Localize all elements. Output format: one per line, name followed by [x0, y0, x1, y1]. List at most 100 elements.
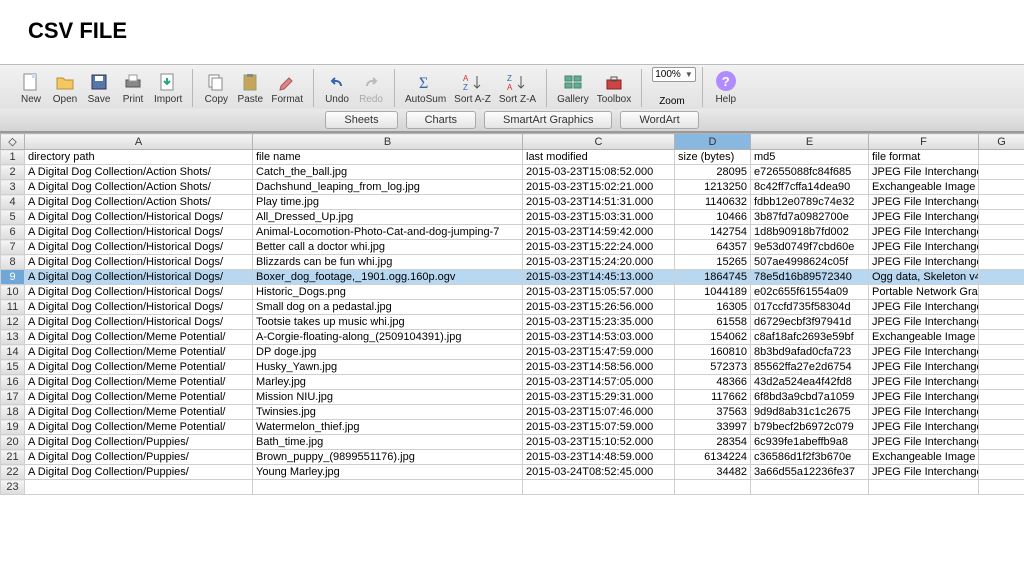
row-header[interactable]: 3	[1, 180, 25, 195]
col-header-e[interactable]: E	[751, 134, 869, 150]
cell[interactable]	[751, 480, 869, 495]
cell[interactable]: A Digital Dog Collection/Puppies/	[25, 465, 253, 480]
cell[interactable]: A Digital Dog Collection/Historical Dogs…	[25, 210, 253, 225]
cell[interactable]: 2015-03-23T15:29:31.000	[523, 390, 675, 405]
new-button[interactable]: New	[14, 69, 48, 107]
table-row[interactable]: 3A Digital Dog Collection/Action Shots/D…	[1, 180, 1024, 195]
import-button[interactable]: Import	[150, 69, 186, 107]
cell[interactable]	[979, 420, 1024, 435]
table-row[interactable]: 6A Digital Dog Collection/Historical Dog…	[1, 225, 1024, 240]
cell[interactable]: A Digital Dog Collection/Historical Dogs…	[25, 285, 253, 300]
tab-charts[interactable]: Charts	[406, 111, 476, 129]
row-header[interactable]: 7	[1, 240, 25, 255]
cell[interactable]	[979, 360, 1024, 375]
cell[interactable]: 2015-03-23T15:07:46.000	[523, 405, 675, 420]
cell[interactable]: 572373	[675, 360, 751, 375]
cell[interactable]	[979, 330, 1024, 345]
cell[interactable]: 8b3bd9afad0cfa723	[751, 345, 869, 360]
cell[interactable]: JPEG File Interchange Format	[869, 345, 979, 360]
cell[interactable]: JPEG File Interchange Format	[869, 210, 979, 225]
toolbox-button[interactable]: Toolbox	[593, 69, 635, 107]
col-header-b[interactable]: B	[253, 134, 523, 150]
cell[interactable]: 15265	[675, 255, 751, 270]
cell[interactable]	[979, 210, 1024, 225]
row-header[interactable]: 1	[1, 150, 25, 165]
table-row[interactable]: 21A Digital Dog Collection/Puppies/Brown…	[1, 450, 1024, 465]
cell[interactable]	[979, 435, 1024, 450]
table-row[interactable]: 8A Digital Dog Collection/Historical Dog…	[1, 255, 1024, 270]
col-header-c[interactable]: C	[523, 134, 675, 150]
cell[interactable]: A Digital Dog Collection/Historical Dogs…	[25, 255, 253, 270]
cell[interactable]: Portable Network Graphics	[869, 285, 979, 300]
cell[interactable]	[979, 180, 1024, 195]
cell[interactable]: Watermelon_thief.jpg	[253, 420, 523, 435]
col-header-d[interactable]: D	[675, 134, 751, 150]
tab-smartart[interactable]: SmartArt Graphics	[484, 111, 612, 129]
cell[interactable]: fdbb12e0789c74e32	[751, 195, 869, 210]
help-button[interactable]: ?Help	[709, 69, 743, 107]
cell[interactable]: 61558	[675, 315, 751, 330]
cell[interactable]: DP doge.jpg	[253, 345, 523, 360]
cell[interactable]	[979, 375, 1024, 390]
cell[interactable]: 28095	[675, 165, 751, 180]
cell[interactable]	[979, 345, 1024, 360]
cell[interactable]	[979, 465, 1024, 480]
cell[interactable]: 85562ffa27e2d6754	[751, 360, 869, 375]
cell[interactable]: A Digital Dog Collection/Meme Potential/	[25, 420, 253, 435]
table-row[interactable]: 13A Digital Dog Collection/Meme Potentia…	[1, 330, 1024, 345]
cell[interactable]: directory path	[25, 150, 253, 165]
cell[interactable]: 507ae4998624c05f	[751, 255, 869, 270]
cell[interactable]: 6134224	[675, 450, 751, 465]
cell[interactable]: JPEG File Interchange Format	[869, 255, 979, 270]
cell[interactable]: Dachshund_leaping_from_log.jpg	[253, 180, 523, 195]
table-row[interactable]: 14A Digital Dog Collection/Meme Potentia…	[1, 345, 1024, 360]
cell[interactable]: JPEG File Interchange Format	[869, 465, 979, 480]
cell[interactable]: A Digital Dog Collection/Meme Potential/	[25, 375, 253, 390]
row-header[interactable]: 19	[1, 420, 25, 435]
row-header[interactable]: 10	[1, 285, 25, 300]
cell[interactable]: 8c42ff7cffa14dea90	[751, 180, 869, 195]
gallery-button[interactable]: Gallery	[553, 69, 593, 107]
row-header[interactable]: 16	[1, 375, 25, 390]
cell[interactable]: size (bytes)	[675, 150, 751, 165]
cell[interactable]: 37563	[675, 405, 751, 420]
cell[interactable]: A Digital Dog Collection/Action Shots/	[25, 195, 253, 210]
cell[interactable]: JPEG File Interchange Format	[869, 375, 979, 390]
cell[interactable]: 2015-03-23T15:05:57.000	[523, 285, 675, 300]
zoom-input[interactable]: 100%▼	[652, 67, 696, 82]
table-row[interactable]: 20A Digital Dog Collection/Puppies/Bath_…	[1, 435, 1024, 450]
cell[interactable]: 6f8bd3a9cbd7a1059	[751, 390, 869, 405]
cell[interactable]	[253, 480, 523, 495]
table-row[interactable]: 11A Digital Dog Collection/Historical Do…	[1, 300, 1024, 315]
cell[interactable]: Young Marley.jpg	[253, 465, 523, 480]
cell[interactable]: 78e5d16b89572340	[751, 270, 869, 285]
cell[interactable]: Animal-Locomotion-Photo-Cat-and-dog-jump…	[253, 225, 523, 240]
cell[interactable]	[979, 240, 1024, 255]
cell[interactable]: Brown_puppy_(9899551176).jpg	[253, 450, 523, 465]
cell[interactable]: JPEG File Interchange Format	[869, 195, 979, 210]
row-header[interactable]: 2	[1, 165, 25, 180]
cell[interactable]: e02c655f61554a09	[751, 285, 869, 300]
cell[interactable]: 142754	[675, 225, 751, 240]
cell[interactable]: file name	[253, 150, 523, 165]
cell[interactable]: 16305	[675, 300, 751, 315]
cell[interactable]	[979, 405, 1024, 420]
format-button[interactable]: Format	[267, 69, 307, 107]
cell[interactable]: 34482	[675, 465, 751, 480]
cell[interactable]: 2015-03-23T15:10:52.000	[523, 435, 675, 450]
copy-button[interactable]: Copy	[199, 69, 233, 107]
cell[interactable]: 9e53d0749f7cbd60e	[751, 240, 869, 255]
cell[interactable]: JPEG File Interchange Format	[869, 405, 979, 420]
cell[interactable]	[979, 225, 1024, 240]
cell[interactable]: Ogg data, Skeleton v4.0	[869, 270, 979, 285]
paste-button[interactable]: Paste	[233, 69, 267, 107]
table-row[interactable]: 2A Digital Dog Collection/Action Shots/C…	[1, 165, 1024, 180]
cell[interactable]: A Digital Dog Collection/Puppies/	[25, 435, 253, 450]
cell[interactable]: Marley.jpg	[253, 375, 523, 390]
cell[interactable]: JPEG File Interchange Format	[869, 420, 979, 435]
cell[interactable]	[979, 315, 1024, 330]
cell[interactable]	[979, 390, 1024, 405]
cell[interactable]: 1044189	[675, 285, 751, 300]
undo-button[interactable]: Undo	[320, 69, 354, 107]
cell[interactable]: A Digital Dog Collection/Historical Dogs…	[25, 225, 253, 240]
